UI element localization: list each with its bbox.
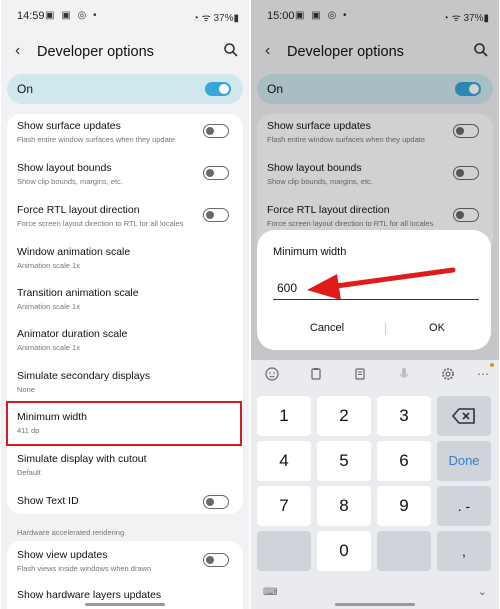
minimum-width-dialog: Minimum width 600 Cancel OK (257, 230, 491, 350)
settings-list-2: Show view updates Flash views inside win… (7, 541, 243, 609)
key-9[interactable]: 9 (377, 486, 431, 526)
text-icon[interactable] (351, 365, 369, 383)
setting-window-animation-scale[interactable]: Window animation scale Animation scale 1… (17, 242, 235, 282)
key-8[interactable]: 8 (317, 486, 371, 526)
phone-left: 14:59 ▣ ▣ ◎ • ◔ ᯤ 37%▮ ‹ Developer optio… (1, 0, 249, 609)
emoji-icon[interactable] (263, 365, 281, 383)
red-arrow-annotation (307, 267, 456, 300)
key-2[interactable]: 2 (317, 396, 371, 436)
backspace-key[interactable] (437, 396, 491, 436)
numeric-keyboard: ⋯ 1 2 3 4 5 6 Done 7 8 9 . - 0 , ⌨ ⌄ (251, 360, 499, 609)
key-4[interactable]: 4 (257, 441, 311, 481)
search-icon[interactable] (223, 42, 239, 58)
master-switch-label: On (17, 82, 34, 96)
more-icon[interactable]: ⋯ (477, 365, 495, 383)
mic-icon[interactable] (395, 365, 413, 383)
status-right: ◔ ᯤ 37%▮ (192, 13, 239, 24)
setting-transition-animation-scale[interactable]: Transition animation scale Animation sca… (17, 283, 235, 323)
key-6[interactable]: 6 (377, 441, 431, 481)
key-1[interactable]: 1 (257, 396, 311, 436)
notification-icons: ▣ ▣ ◎ • (45, 10, 99, 21)
gear-icon[interactable] (439, 365, 457, 383)
backspace-icon (451, 408, 475, 424)
toggle-switch[interactable] (203, 124, 229, 138)
home-indicator (335, 603, 415, 606)
toggle-switch[interactable] (203, 553, 229, 567)
setting-show-view-updates[interactable]: Show view updates Flash views inside win… (17, 545, 235, 585)
key-0[interactable]: 0 (317, 531, 371, 571)
keyboard-icon[interactable]: ⌨ (263, 587, 277, 598)
comma-key[interactable]: , (437, 531, 491, 571)
setting-simulate-secondary-displays[interactable]: Simulate secondary displays None (17, 366, 235, 406)
key-3[interactable]: 3 (377, 396, 431, 436)
toggle-switch[interactable] (203, 166, 229, 180)
setting-show-surface-updates[interactable]: Show surface updates Flash entire window… (17, 116, 235, 156)
clipboard-icon[interactable] (307, 365, 325, 383)
highlight-box (6, 401, 242, 446)
key-7[interactable]: 7 (257, 486, 311, 526)
setting-animator-duration-scale[interactable]: Animator duration scale Animation scale … (17, 324, 235, 364)
setting-show-layout-bounds[interactable]: Show layout bounds Show clip bounds, mar… (17, 158, 235, 198)
phone-right: 15:00 ▣ ▣ ◎ • ◔ ᯤ 37%▮ ‹ Developer optio… (251, 0, 499, 609)
setting-show-text-id[interactable]: Show Text ID (17, 485, 235, 525)
blank-key-right (377, 531, 431, 571)
master-switch-card[interactable]: On (7, 74, 243, 104)
app-bar: ‹ Developer options (1, 36, 249, 70)
notification-dot (490, 363, 494, 367)
status-time: 14:59 (17, 10, 45, 22)
key-5[interactable]: 5 (317, 441, 371, 481)
toggle-switch[interactable] (203, 495, 229, 509)
screenshot-root: 14:59 ▣ ▣ ◎ • ◔ ᯤ 37%▮ ‹ Developer optio… (0, 0, 500, 609)
section-label: Hardware accelerated rendering (17, 528, 125, 537)
done-key[interactable]: Done (437, 441, 491, 481)
punctuation-key[interactable]: . - (437, 486, 491, 526)
toggle-switch[interactable] (203, 208, 229, 222)
page-title: Developer options (37, 44, 154, 60)
setting-force-rtl[interactable]: Force RTL layout direction Force screen … (17, 200, 235, 240)
setting-simulate-display-cutout[interactable]: Simulate display with cutout Default (17, 449, 235, 489)
home-indicator (85, 603, 165, 606)
master-toggle[interactable] (205, 82, 231, 96)
keyboard-toolbar: ⋯ (251, 360, 499, 388)
settings-list: Show surface updates Flash entire window… (7, 114, 243, 514)
chevron-down-icon[interactable]: ⌄ (478, 585, 487, 598)
back-arrow-icon[interactable]: ‹ (15, 42, 20, 60)
status-bar: 14:59 ▣ ▣ ◎ • ◔ ᯤ 37%▮ (1, 0, 249, 32)
blank-key-left (257, 531, 311, 571)
